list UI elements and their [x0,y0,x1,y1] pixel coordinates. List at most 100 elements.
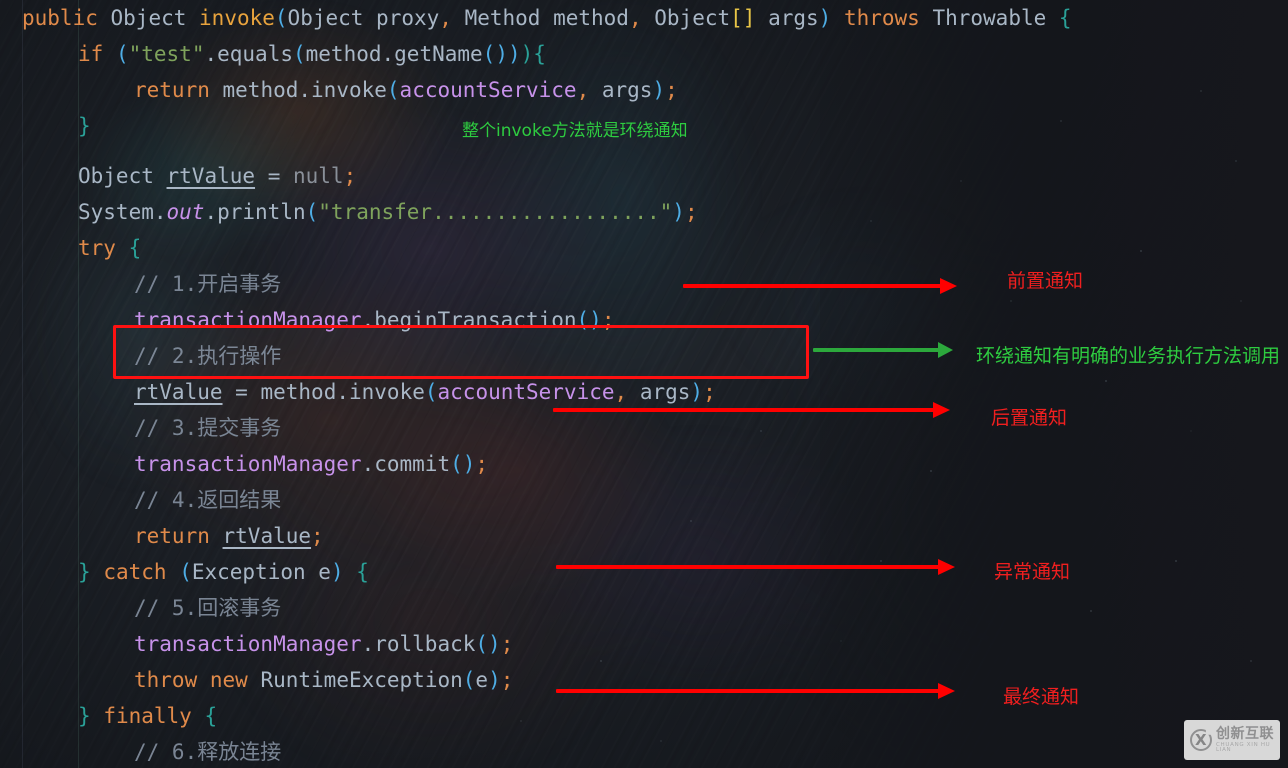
code-token: invoke [311,78,387,102]
code-token: () [475,632,501,656]
code-token: System [78,200,154,224]
code-line: Object rtValue = null; [78,158,356,194]
code-token: ) [507,42,521,66]
code-token: println [217,200,306,224]
code-token: // 5.回滚事务 [134,596,282,620]
code-token: args [627,380,691,404]
code-token: e [475,668,489,692]
code-token: ( [115,42,129,66]
code-token: proxy [363,6,440,30]
code-token: ) [672,200,685,224]
code-token: ; [343,164,357,188]
arrow-after-returning-icon [553,402,950,418]
code-token: ; [703,380,716,404]
code-token: { [128,236,142,260]
code-token: { [1058,6,1072,30]
annotation-after-returning: 后置通知 [991,407,1068,429]
code-token: ; [665,78,678,102]
code-token: [] [730,6,756,30]
annotation-after-throwing: 异常通知 [994,561,1071,583]
code-token: . [361,452,375,476]
code-token: // 4.返回结果 [134,488,282,512]
code-line: // 5.回滚事务 [134,590,281,626]
code-token: . [298,78,312,102]
arrow-after-throwing-icon [556,559,955,575]
code-token: { [204,704,218,728]
code-token: e [305,560,331,584]
code-line: transactionManager.rollback(); [134,626,513,662]
annotation-around-advice: 环绕通知有明确的业务执行方法调用 [976,345,1281,367]
code-token: ( [305,200,319,224]
code-token: = [267,164,281,188]
code-token: ( [462,668,476,692]
code-token: Method [464,6,541,30]
code-line: } [78,108,91,144]
code-line: // 1.开启事务 [134,266,281,302]
code-token: , [614,380,628,404]
code-token: ) [488,668,501,692]
code-token: args [755,6,819,30]
code-token: ; [475,452,489,476]
annotation-after-finally: 最终通知 [1003,686,1080,708]
code-token: ) [652,78,666,102]
code-line: System.out.println("transfer............… [78,194,698,230]
code-token: throw [134,668,198,692]
arrow-before-advice-icon [683,278,957,294]
code-line: } catch (Exception e) { [78,554,369,590]
code-token: // 3.提交事务 [134,416,282,440]
code-token: ) [330,560,344,584]
code-token: ( [386,78,400,102]
code-token: if [78,42,104,66]
code-token: finally [103,704,192,728]
code-token: . [381,42,395,66]
code-token: method [260,380,337,404]
code-token: . [204,200,218,224]
code-token: { [356,560,369,584]
code-token: return [134,78,210,102]
code-line: // 4.返回结果 [134,482,281,518]
code-line: return method.invoke(accountService, arg… [134,72,678,108]
arrow-after-finally-icon [556,683,955,699]
code-token: method [540,6,629,30]
code-token: Exception [191,560,306,584]
code-token: accountService [399,78,577,102]
code-token: new [209,668,248,692]
watermark-en: CHUANG XIN HU LIAN [1216,741,1271,753]
code-token: method [222,78,299,102]
code-token: ; [311,524,324,548]
code-token: getName [394,42,483,66]
code-token: , [576,78,590,102]
code-token: Object [287,6,364,30]
code-token: ( [424,380,438,404]
code-token: accountService [437,380,615,404]
code-line: if ("test".equals(method.getName())){ [78,36,546,72]
code-token: transactionManager [134,452,362,476]
code-token: args [589,78,653,102]
code-token: . [336,380,349,404]
code-token: ) [690,380,704,404]
code-token: // 6.释放连接 [134,740,282,764]
watermark: X 创新互联 CHUANG XIN HU LIAN [1184,720,1280,760]
code-token: Object [654,6,731,30]
code-line: } finally { [78,698,217,734]
annotation-before-advice: 前置通知 [1007,270,1084,292]
code-token: throws [843,6,920,30]
code-token: () [482,42,508,66]
code-token: ( [292,42,306,66]
code-token: = [235,380,248,404]
code-token: ; [500,632,514,656]
code-token: "transfer.................." [318,200,673,224]
code-token: , [628,6,642,30]
code-token: invoke [199,6,275,30]
